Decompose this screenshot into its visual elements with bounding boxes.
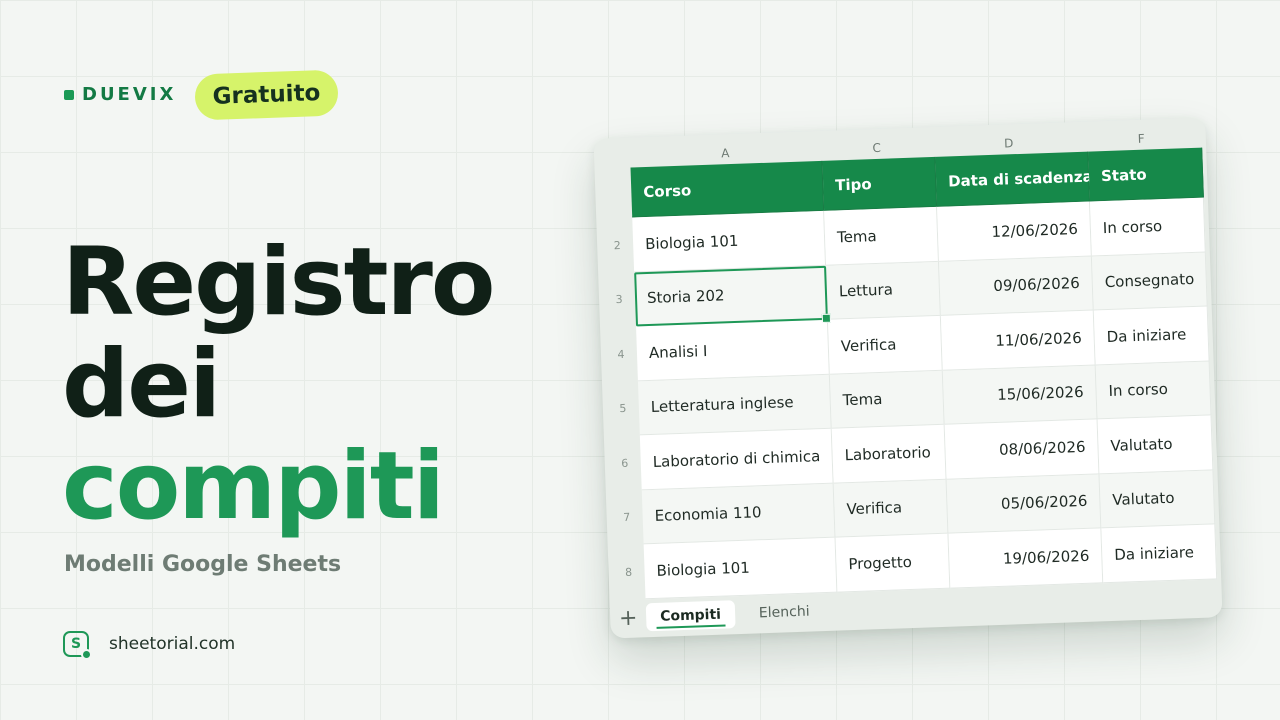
cell-tipo[interactable]: Verifica xyxy=(827,315,943,375)
header-tipo[interactable]: Tipo xyxy=(822,156,938,211)
spreadsheet-card: A C D F 2345678 Corso Tipo Data di scade… xyxy=(593,117,1223,639)
free-badge: Gratuito xyxy=(194,69,339,121)
cell-tipo[interactable]: Tema xyxy=(824,206,939,266)
cell-stato[interactable]: Consegnato xyxy=(1091,252,1208,311)
cell-corso[interactable]: Economia 110 xyxy=(641,483,836,545)
site-name: sheetorial.com xyxy=(109,634,236,654)
row-number[interactable]: 3 xyxy=(606,272,632,327)
column-letter-f[interactable]: F xyxy=(1084,130,1198,150)
row-number[interactable]: 6 xyxy=(612,436,638,491)
subtitle: Modelli Google Sheets xyxy=(64,552,342,577)
cell-data[interactable]: 05/06/2026 xyxy=(946,473,1102,534)
site-link[interactable]: S sheetorial.com xyxy=(63,631,236,660)
header-stato[interactable]: Stato xyxy=(1088,147,1204,202)
spreadsheet-grid: Corso Tipo Data di scadenza Stato Biolog… xyxy=(630,147,1218,599)
cell-corso[interactable]: Biologia 101 xyxy=(643,537,838,599)
brand-name: DUEVIX xyxy=(82,84,177,105)
cell-stato[interactable]: Da iniziare xyxy=(1101,524,1218,583)
cell-stato[interactable]: Valutato xyxy=(1099,469,1216,529)
tab-elenchi[interactable]: Elenchi xyxy=(744,597,824,628)
cell-corso[interactable]: Letteratura inglese xyxy=(637,374,832,436)
title-line-3: compiti xyxy=(62,432,445,541)
cell-tipo[interactable]: Progetto xyxy=(835,533,951,593)
brand: DUEVIX xyxy=(64,84,176,105)
row-number[interactable]: 4 xyxy=(608,327,634,382)
cell-data[interactable]: 19/06/2026 xyxy=(948,528,1104,589)
sheetorial-logo-icon: S xyxy=(63,631,92,660)
row-number[interactable]: 7 xyxy=(614,490,640,545)
row-number[interactable]: 8 xyxy=(616,544,642,599)
cell-corso[interactable]: Biologia 101 xyxy=(632,210,827,272)
cell-tipo[interactable]: Laboratorio xyxy=(831,424,947,484)
add-sheet-icon[interactable]: + xyxy=(610,605,647,631)
cell-data[interactable]: 11/06/2026 xyxy=(940,310,1096,371)
page-title: Registro dei compiti xyxy=(62,232,582,538)
row-number[interactable]: 5 xyxy=(610,381,636,436)
cell-tipo[interactable]: Verifica xyxy=(833,479,949,538)
tab-compiti[interactable]: Compiti xyxy=(645,600,736,632)
cell-tipo[interactable]: Lettura xyxy=(826,261,941,320)
cell-data[interactable]: 09/06/2026 xyxy=(938,256,1094,316)
cell-stato[interactable]: In corso xyxy=(1089,197,1206,257)
row-number[interactable]: 2 xyxy=(604,218,630,273)
cell-data[interactable]: 08/06/2026 xyxy=(944,419,1100,480)
selected-cell-outline xyxy=(634,265,828,327)
cell-corso[interactable]: Laboratorio di chimica xyxy=(639,428,834,490)
cell-data[interactable]: 12/06/2026 xyxy=(937,201,1092,262)
column-letter-c[interactable]: C xyxy=(820,139,933,159)
cell-stato[interactable]: In corso xyxy=(1095,360,1212,420)
header-data-scadenza[interactable]: Data di scadenza xyxy=(935,151,1093,207)
header-corso[interactable]: Corso xyxy=(630,160,825,218)
brand-logo-mark xyxy=(64,89,74,100)
cell-data[interactable]: 15/06/2026 xyxy=(942,364,1098,425)
title-line-1: Registro xyxy=(62,228,495,337)
cell-stato[interactable]: Valutato xyxy=(1097,415,1214,474)
cell-tipo[interactable]: Tema xyxy=(829,370,945,429)
title-line-2: dei xyxy=(62,330,221,439)
cell-corso[interactable]: Analisi I xyxy=(636,319,830,381)
cell-stato[interactable]: Da iniziare xyxy=(1093,306,1210,365)
